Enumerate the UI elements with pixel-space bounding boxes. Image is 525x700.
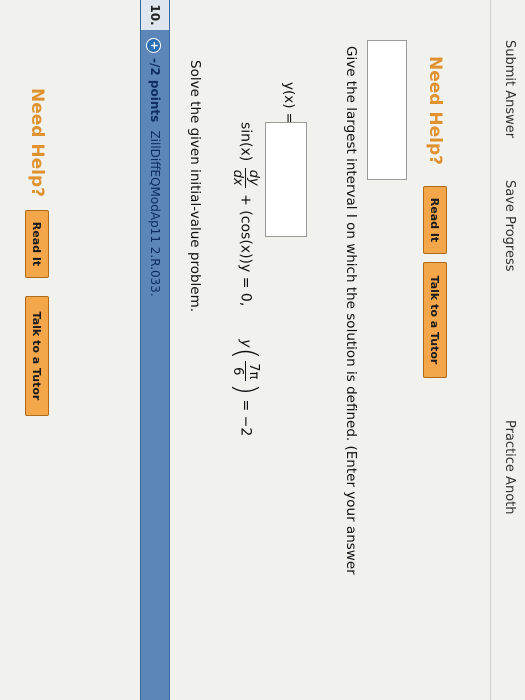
need-help-label: Need Help?: [425, 56, 445, 165]
equation-middle: + (cos(x))y = 0,: [237, 194, 254, 307]
initial-condition-fraction: 7π 6: [230, 361, 261, 382]
derivative-denominator: dx: [230, 169, 245, 186]
derivative-numerator: dy: [245, 167, 261, 188]
footer-divider: [490, 0, 491, 700]
interval-answer-input[interactable]: [367, 40, 407, 180]
talk-to-tutor-button[interactable]: Talk to a Tutor: [423, 262, 447, 378]
question-number: 10.: [141, 0, 169, 30]
expand-plus-icon[interactable]: +: [146, 38, 161, 53]
condition-denominator: 6: [230, 367, 245, 376]
save-progress-button[interactable]: Save Progress: [502, 180, 517, 272]
condition-numerator: 7π: [245, 361, 261, 382]
differential-equation: sin(x) dy dx + (cos(x))y = 0, y(7π 6) = −…: [228, 122, 263, 437]
solution-answer-input[interactable]: [265, 122, 307, 237]
question-header: 10. + -/2 points ZillDiffEQModAp11 2.R.0…: [140, 0, 170, 700]
derivative-fraction: dy dx: [230, 167, 261, 188]
need-help-label-top: Need Help?: [27, 88, 47, 197]
points-label: -/2 points ZillDiffEQModAp11 2.R.033.: [148, 58, 162, 297]
practice-another-button[interactable]: Practice Anoth: [502, 420, 517, 514]
equation-lhs: sin(x): [237, 122, 254, 162]
initial-condition-value: = −2: [237, 399, 254, 437]
interval-prompt: Give the largest interval I on which the…: [343, 46, 359, 575]
question-prompt: Solve the given initial-value problem.: [187, 60, 203, 313]
points-value: -/2 points: [148, 58, 162, 123]
talk-to-tutor-button-top[interactable]: Talk to a Tutor: [25, 296, 49, 416]
read-it-button[interactable]: Read It: [423, 186, 447, 254]
webassign-page: Need Help? Read It Talk to a Tutor 10. +…: [0, 0, 525, 700]
read-it-button-top[interactable]: Read It: [25, 210, 49, 278]
answer-label: y(x) =: [281, 82, 297, 125]
question-code: ZillDiffEQModAp11 2.R.033.: [148, 130, 162, 297]
submit-answer-button[interactable]: Submit Answer: [502, 40, 517, 138]
